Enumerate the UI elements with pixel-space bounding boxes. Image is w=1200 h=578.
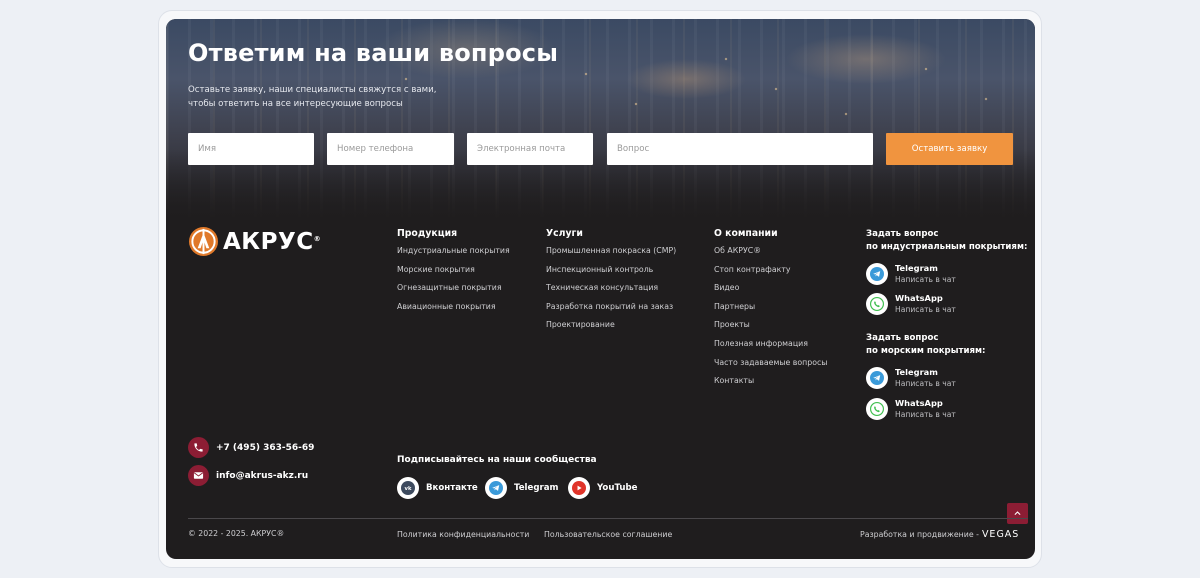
akrus-logo-mark-icon bbox=[188, 226, 219, 257]
products-title: Продукция bbox=[397, 228, 458, 239]
copyright: © 2022 - 2025. АКРУС® bbox=[188, 529, 285, 538]
youtube-label: YouTube bbox=[597, 483, 638, 493]
vk-icon: vk bbox=[397, 477, 419, 499]
company-title: О компании bbox=[714, 228, 778, 239]
hero-lights bbox=[166, 19, 1035, 139]
name-input[interactable] bbox=[188, 133, 314, 165]
footer-divider bbox=[188, 518, 1028, 519]
vegas-logo: VEGAS bbox=[981, 529, 1020, 540]
whatsapp-label: WhatsApp bbox=[895, 398, 943, 408]
email-input[interactable] bbox=[467, 133, 593, 165]
ask-marine-title-line2: по морским покрытиям: bbox=[866, 346, 986, 356]
telegram-label: Telegram bbox=[895, 367, 938, 377]
phone-input[interactable] bbox=[327, 133, 454, 165]
developer-label: Разработка и продвижение - bbox=[860, 530, 979, 539]
company-column: О компании Об АКРУС® Стоп контрафакту Ви… bbox=[714, 226, 827, 391]
link-aviation-coatings[interactable]: Авиационные покрытия bbox=[397, 298, 510, 317]
industrial-whatsapp-link[interactable]: WhatsApp Написать в чат bbox=[866, 293, 956, 315]
scroll-to-top-button[interactable] bbox=[1007, 503, 1028, 524]
ask-industrial-title-line2: по индустриальным покрытиям: bbox=[866, 242, 1028, 252]
link-about[interactable]: Об АКРУС® bbox=[714, 242, 827, 261]
link-projects[interactable]: Проекты bbox=[714, 316, 827, 335]
telegram-icon bbox=[866, 367, 888, 389]
logo-text: АКРУС® bbox=[223, 228, 322, 255]
social-youtube-link[interactable]: YouTube bbox=[568, 477, 637, 499]
link-stop-counterfeit[interactable]: Стоп контрафакту bbox=[714, 261, 827, 280]
ask-industrial-title-line1: Задать вопрос bbox=[866, 229, 939, 239]
whatsapp-sub: Написать в чат bbox=[895, 410, 956, 419]
telegram-sub: Написать в чат bbox=[895, 379, 956, 388]
privacy-policy-link[interactable]: Политика конфиденциальности bbox=[397, 530, 529, 539]
whatsapp-label: WhatsApp bbox=[895, 293, 943, 303]
vk-label: Вконтакте bbox=[426, 483, 478, 493]
hero-subtitle: Оставьте заявку, наши специалисты свяжут… bbox=[188, 85, 437, 109]
whatsapp-icon bbox=[866, 293, 888, 315]
link-inspection-control[interactable]: Инспекционный контроль bbox=[546, 261, 676, 280]
youtube-icon bbox=[568, 477, 590, 499]
link-useful-info[interactable]: Полезная информация bbox=[714, 335, 827, 354]
link-custom-coatings[interactable]: Разработка покрытий на заказ bbox=[546, 298, 676, 317]
link-partners[interactable]: Партнеры bbox=[714, 298, 827, 317]
telegram-social-label: Telegram bbox=[514, 483, 559, 493]
link-video[interactable]: Видео bbox=[714, 279, 827, 298]
ask-marine-title-line1: Задать вопрос bbox=[866, 333, 939, 343]
link-design[interactable]: Проектирование bbox=[546, 316, 676, 335]
akrus-logo[interactable]: АКРУС® bbox=[188, 226, 321, 257]
services-column: Услуги Промышленная покраска (CMP) Инспе… bbox=[546, 226, 676, 335]
email-address: info@akrus-akz.ru bbox=[216, 470, 309, 481]
telegram-sub: Написать в чат bbox=[895, 275, 956, 284]
chevron-up-icon bbox=[1014, 511, 1021, 516]
mail-icon bbox=[188, 465, 209, 486]
social-telegram-link[interactable]: Telegram bbox=[485, 477, 558, 499]
industrial-telegram-link[interactable]: Telegram Написать в чат bbox=[866, 263, 956, 285]
phone-contact[interactable]: +7 (495) 363-56-69 bbox=[188, 437, 314, 458]
social-title: Подписывайтесь на наши сообщества bbox=[397, 455, 597, 465]
link-contacts[interactable]: Контакты bbox=[714, 372, 827, 391]
products-column: Продукция Индустриальные покрытия Морски… bbox=[397, 226, 510, 316]
ask-marine-block: Задать вопрос по морским покрытиям: bbox=[866, 332, 985, 358]
footer-card: Ответим на ваши вопросы Оставьте заявку,… bbox=[166, 19, 1035, 559]
phone-number: +7 (495) 363-56-69 bbox=[216, 442, 315, 453]
link-marine-coatings[interactable]: Морские покрытия bbox=[397, 261, 510, 280]
link-fireproof-coatings[interactable]: Огнезащитные покрытия bbox=[397, 279, 510, 298]
telegram-icon bbox=[866, 263, 888, 285]
link-faq[interactable]: Часто задаваемые вопросы bbox=[714, 354, 827, 373]
link-technical-consulting[interactable]: Техническая консультация bbox=[546, 279, 676, 298]
email-contact[interactable]: info@akrus-akz.ru bbox=[188, 465, 308, 486]
phone-icon bbox=[188, 437, 209, 458]
submit-request-button[interactable]: Оставить заявку bbox=[886, 133, 1013, 165]
services-title: Услуги bbox=[546, 228, 583, 239]
ask-industrial-block: Задать вопрос по индустриальным покрытия… bbox=[866, 228, 1027, 254]
link-industrial-coatings[interactable]: Индустриальные покрытия bbox=[397, 242, 510, 261]
telegram-icon bbox=[485, 477, 507, 499]
link-industrial-painting[interactable]: Промышленная покраска (CMP) bbox=[546, 242, 676, 261]
user-agreement-link[interactable]: Пользовательское соглашение bbox=[544, 530, 672, 539]
svg-text:vk: vk bbox=[405, 486, 412, 492]
telegram-label: Telegram bbox=[895, 263, 938, 273]
developer-credit[interactable]: Разработка и продвижение - VEGAS bbox=[860, 529, 1019, 540]
question-input[interactable] bbox=[607, 133, 873, 165]
marine-whatsapp-link[interactable]: WhatsApp Написать в чат bbox=[866, 398, 956, 420]
hero-title: Ответим на ваши вопросы bbox=[188, 39, 559, 67]
whatsapp-icon bbox=[866, 398, 888, 420]
marine-telegram-link[interactable]: Telegram Написать в чат bbox=[866, 367, 956, 389]
whatsapp-sub: Написать в чат bbox=[895, 305, 956, 314]
social-vk-link[interactable]: vk Вконтакте bbox=[397, 477, 478, 499]
